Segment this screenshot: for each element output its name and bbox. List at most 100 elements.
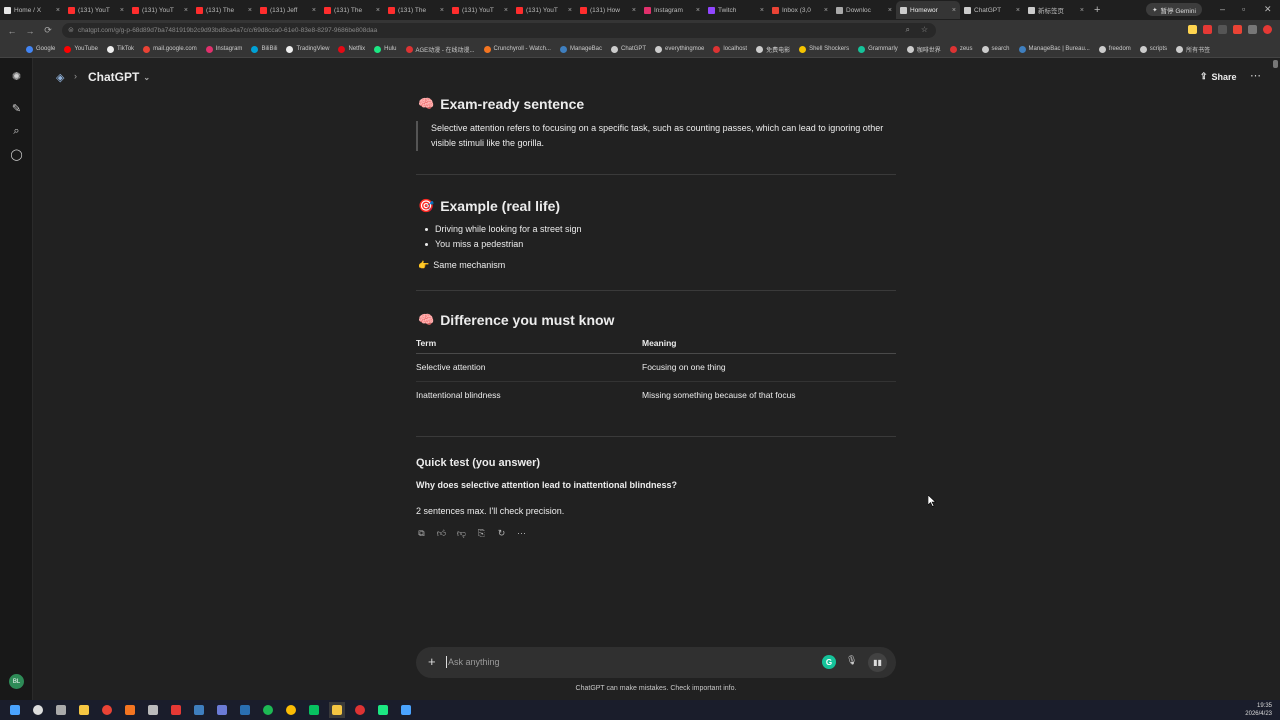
zoom-icon[interactable]: ⌕ xyxy=(906,25,910,35)
app-icon[interactable] xyxy=(122,702,138,718)
browser-tab[interactable]: (131) YouT × xyxy=(128,1,192,19)
new-chat-icon[interactable]: ✎ xyxy=(9,101,24,116)
grammarly-icon[interactable]: G xyxy=(822,655,836,669)
app-icon[interactable] xyxy=(191,702,207,718)
extension-icon[interactable] xyxy=(1218,25,1227,34)
address-bar[interactable]: ⊜ chatgpt.com/g/g-p-68d89d7ba7481919b2c9… xyxy=(62,23,936,38)
close-tab-icon[interactable]: × xyxy=(504,7,508,14)
account-avatar-icon[interactable] xyxy=(1263,25,1272,34)
app-icon[interactable] xyxy=(168,702,184,718)
bookmark-item[interactable]: Shell Shockers xyxy=(799,45,849,53)
browser-tab[interactable]: Inbox (3,0 × xyxy=(768,1,832,19)
close-tab-icon[interactable]: × xyxy=(1080,7,1084,14)
minimize-icon[interactable]: – xyxy=(1220,4,1225,14)
extension-icon[interactable] xyxy=(1233,25,1242,34)
app-icon[interactable] xyxy=(352,702,368,718)
copy-icon[interactable]: ⧉ xyxy=(416,528,427,539)
bookmark-item[interactable]: ManageBac xyxy=(559,45,602,53)
back-icon[interactable]: ← xyxy=(6,26,18,36)
close-tab-icon[interactable]: × xyxy=(248,7,252,14)
browser-tab[interactable]: (131) YouT × xyxy=(64,1,128,19)
browser-tab[interactable]: Homewor × xyxy=(896,1,960,19)
bookmark-item[interactable]: Crunchyroll - Watch... xyxy=(483,45,551,53)
browser-tab[interactable]: (131) How × xyxy=(576,1,640,19)
chat-bubble-icon[interactable]: ◯ xyxy=(9,147,24,162)
browser-tab[interactable]: Instagram × xyxy=(640,1,704,19)
close-tab-icon[interactable]: × xyxy=(376,7,380,14)
browser-tab[interactable]: (131) YouT × xyxy=(512,1,576,19)
search-taskbar-icon[interactable] xyxy=(30,702,46,718)
bookmark-item[interactable]: ChatGPT xyxy=(611,45,646,53)
share-message-icon[interactable]: ⎘ xyxy=(476,528,487,539)
bookmark-item[interactable]: 咖啡世界 xyxy=(906,45,941,54)
bookmark-item[interactable]: YouTube xyxy=(64,45,98,53)
app-icon[interactable] xyxy=(214,702,230,718)
bookmark-item[interactable]: 所有书签 xyxy=(1176,45,1210,54)
bookmark-item[interactable]: everythingmoe xyxy=(655,45,704,53)
thumbs-up-icon[interactable]: 👍︎ xyxy=(436,528,447,539)
avatar[interactable]: BL xyxy=(9,674,24,689)
bookmark-item[interactable]: Hulu xyxy=(374,45,397,53)
browser-tab[interactable]: 新标签页 × xyxy=(1024,1,1088,19)
close-tab-icon[interactable]: × xyxy=(1016,7,1020,14)
bookmark-item[interactable]: localhost xyxy=(713,45,747,53)
bookmark-item[interactable]: 免费电影 xyxy=(756,45,790,54)
more-options-icon[interactable]: ⋯ xyxy=(1250,69,1261,82)
app-icon[interactable] xyxy=(145,702,161,718)
close-tab-icon[interactable]: × xyxy=(888,7,892,14)
close-tab-icon[interactable]: × xyxy=(632,7,636,14)
close-tab-icon[interactable]: × xyxy=(824,7,828,14)
close-tab-icon[interactable]: × xyxy=(568,7,572,14)
browser-tab[interactable]: Downloc × xyxy=(832,1,896,19)
bookmark-item[interactable]: Grammarly xyxy=(858,45,898,53)
bookmark-item[interactable]: TikTok xyxy=(106,45,134,53)
openai-logo-icon[interactable]: ✺ xyxy=(9,69,24,84)
thumbs-down-icon[interactable]: 👎︎ xyxy=(456,528,467,539)
browser-tab[interactable]: (131) YouT × xyxy=(448,1,512,19)
maximize-icon[interactable]: ▫ xyxy=(1242,4,1245,14)
new-tab-button[interactable]: + xyxy=(1094,4,1100,16)
bookmark-item[interactable]: Instagram xyxy=(205,45,242,53)
search-icon[interactable]: ⌕ xyxy=(9,124,24,139)
task-view-icon[interactable] xyxy=(53,702,69,718)
browser-tab[interactable]: (131) Jeff × xyxy=(256,1,320,19)
bookmark-item[interactable]: mail.google.com xyxy=(143,45,197,53)
reload-icon[interactable]: ⟳ xyxy=(42,25,54,36)
app-icon[interactable] xyxy=(398,702,414,718)
bookmark-item[interactable]: freedom xyxy=(1098,45,1131,53)
chrome-icon[interactable] xyxy=(283,702,299,718)
spotify-icon[interactable] xyxy=(260,702,276,718)
browser-tab[interactable]: (131) The × xyxy=(320,1,384,19)
close-tab-icon[interactable]: × xyxy=(312,7,316,14)
system-clock[interactable]: 19:35 2026/4/23 xyxy=(1245,702,1272,718)
close-tab-icon[interactable]: × xyxy=(184,7,188,14)
more-actions-icon[interactable]: ⋯ xyxy=(516,528,527,539)
close-tab-icon[interactable]: × xyxy=(440,7,444,14)
project-icon[interactable]: ◈ xyxy=(56,71,64,84)
bookmark-item[interactable]: Google xyxy=(26,45,55,53)
bookmark-item[interactable]: search xyxy=(981,45,1010,53)
extension-icon[interactable] xyxy=(1248,25,1257,34)
extension-icon[interactable] xyxy=(1203,25,1212,34)
browser-tab[interactable]: Twitch × xyxy=(704,1,768,19)
browser-tab[interactable]: Home / X × xyxy=(0,1,64,19)
close-tab-icon[interactable]: × xyxy=(760,7,764,14)
browser-tab[interactable]: (131) The × xyxy=(192,1,256,19)
extension-icon[interactable] xyxy=(1188,25,1197,34)
bookmark-item[interactable]: zeus xyxy=(949,45,973,53)
chrome-icon[interactable] xyxy=(99,702,115,718)
add-attachment-icon[interactable]: + xyxy=(428,654,436,669)
bookmark-item[interactable]: TradingView xyxy=(286,45,329,53)
bookmark-item[interactable]: Netflix xyxy=(338,45,365,53)
bookmark-item[interactable]: scripts xyxy=(1139,45,1167,53)
wechat-icon[interactable] xyxy=(306,702,322,718)
file-explorer-icon[interactable] xyxy=(76,702,92,718)
app-icon[interactable] xyxy=(375,702,391,718)
bookmark-item[interactable]: AGE动漫 - 在线动漫... xyxy=(405,45,475,54)
app-icon[interactable] xyxy=(329,702,345,718)
close-tab-icon[interactable]: × xyxy=(120,7,124,14)
bookmark-item[interactable]: BiliBili xyxy=(251,45,277,53)
voice-mode-button[interactable]: ▮▮ xyxy=(868,653,887,672)
bookmark-star-icon[interactable]: ☆ xyxy=(921,25,928,34)
browser-tab[interactable]: (131) The × xyxy=(384,1,448,19)
